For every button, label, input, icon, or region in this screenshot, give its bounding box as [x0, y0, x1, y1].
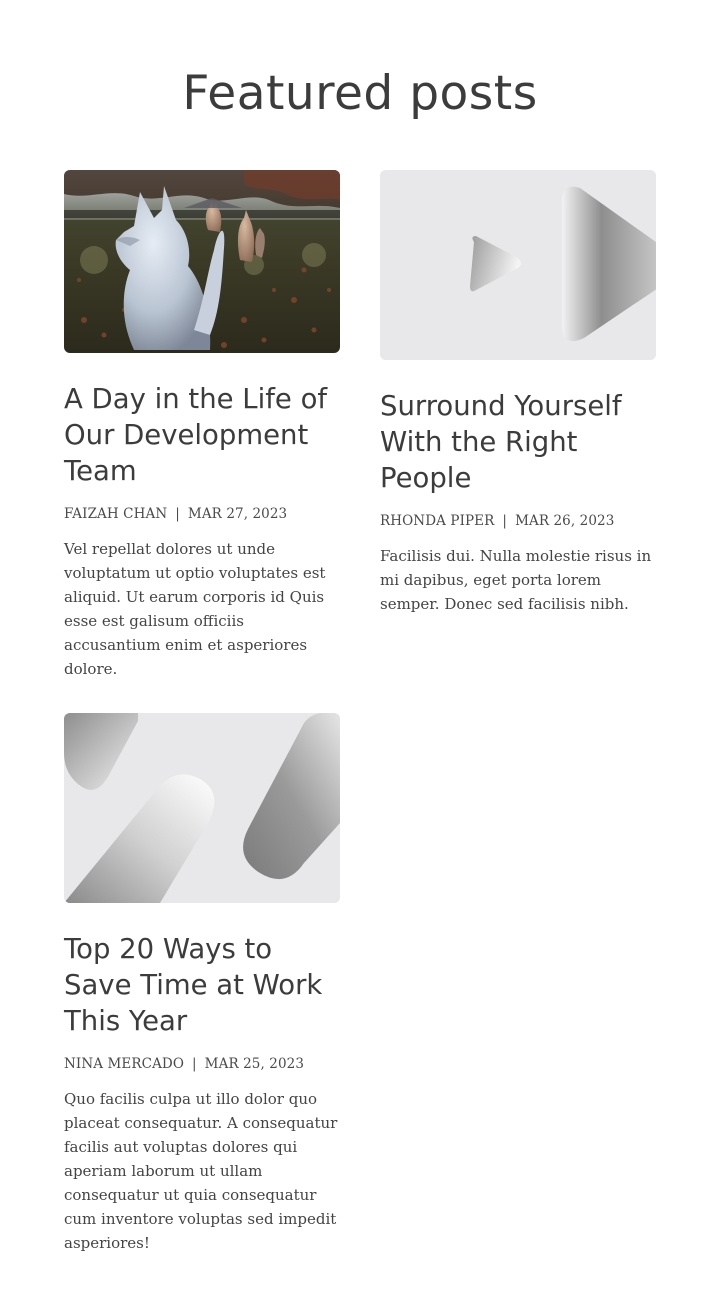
post-meta: NINA MERCADO | MAR 25, 2023: [64, 1055, 340, 1073]
post-meta: FAIZAH CHAN | MAR 27, 2023: [64, 505, 340, 523]
post-card: A Day in the Life of Our Development Tea…: [64, 170, 340, 681]
meta-separator: |: [175, 506, 180, 522]
post-meta: RHONDA PIPER | MAR 26, 2023: [380, 512, 656, 530]
meta-separator: |: [192, 1056, 197, 1072]
post-title-link[interactable]: A Day in the Life of Our Development Tea…: [64, 381, 340, 489]
section-title: Featured posts: [182, 66, 538, 121]
post-image-link[interactable]: [64, 170, 340, 353]
post-author: RHONDA PIPER: [380, 513, 495, 529]
post-card: Top 20 Ways to Save Time at Work This Ye…: [64, 713, 340, 1255]
meta-separator: |: [502, 513, 508, 529]
post-image-link[interactable]: [64, 713, 340, 903]
post-excerpt: Vel repellat dolores ut unde voluptatum …: [64, 540, 326, 678]
fox-statue-photo: [64, 170, 340, 353]
placeholder-play-triangles-image: [380, 170, 656, 360]
post-date: MAR 27, 2023: [187, 506, 288, 522]
placeholder-diagonal-pills-image: [64, 713, 340, 903]
post-date: MAR 26, 2023: [515, 513, 615, 529]
post-title-link[interactable]: Surround Yourself With the Right People: [380, 388, 656, 496]
post-title-link[interactable]: Top 20 Ways to Save Time at Work This Ye…: [64, 931, 340, 1039]
post-excerpt: Quo facilis culpa ut illo dolor quo plac…: [64, 1090, 338, 1252]
post-excerpt: Facilisis dui. Nulla molestie risus in m…: [380, 547, 652, 613]
post-image-link[interactable]: [380, 170, 656, 360]
featured-posts-page: Featured posts A Day in the Life of Our …: [0, 0, 720, 1312]
post-author: FAIZAH CHAN: [64, 506, 168, 522]
post-card: Surround Yourself With the Right People …: [380, 170, 656, 616]
post-author: NINA MERCADO: [64, 1056, 185, 1072]
post-date: MAR 25, 2023: [204, 1056, 305, 1072]
